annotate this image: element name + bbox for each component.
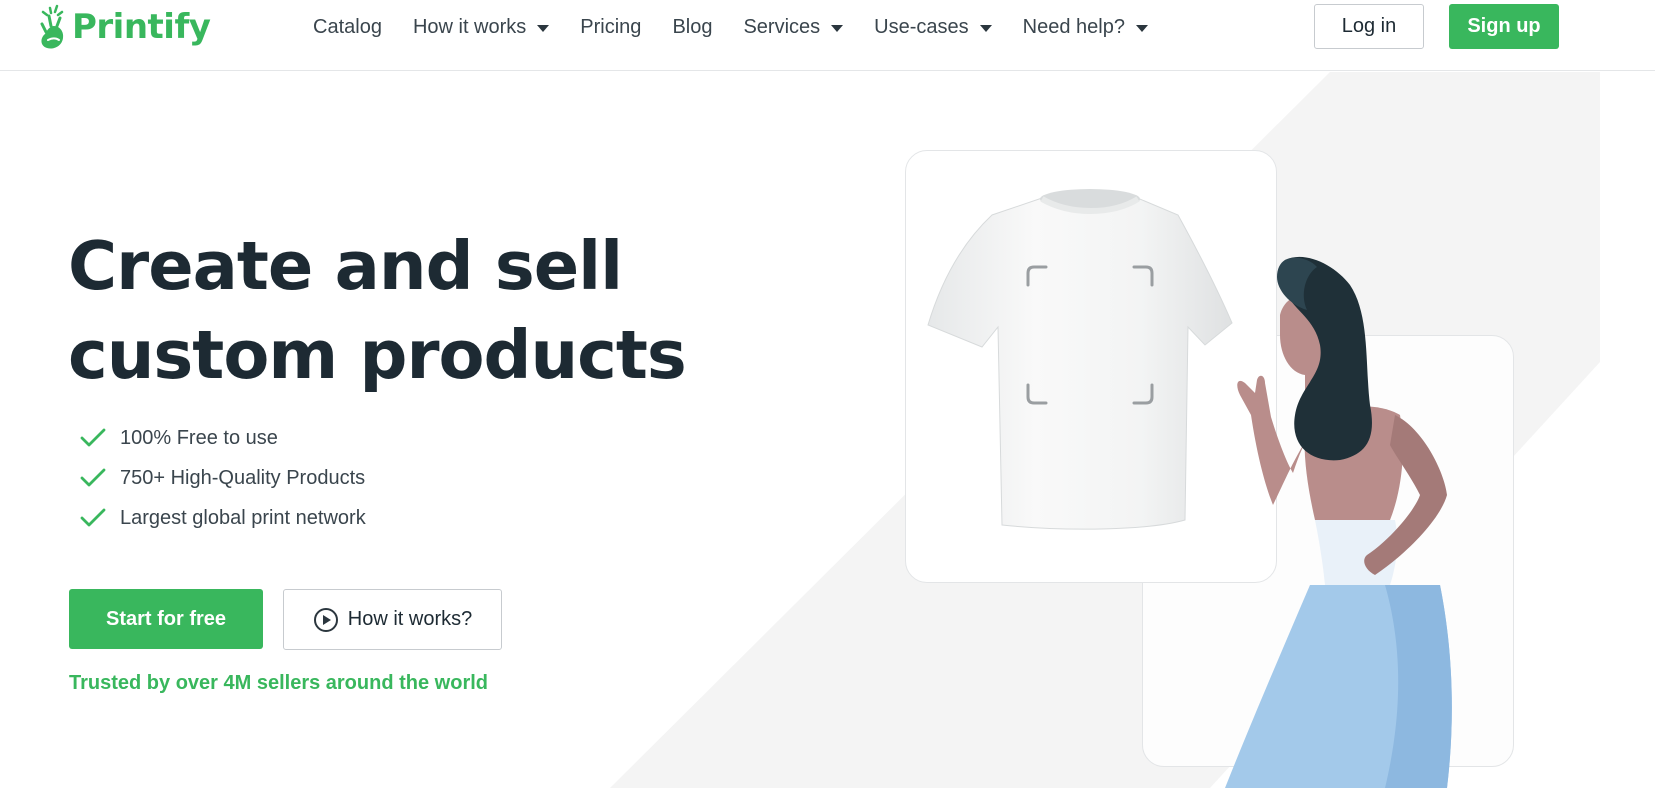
printify-logo[interactable]: Printify bbox=[36, 2, 211, 52]
hero-title: Create and sell custom products bbox=[68, 222, 687, 400]
how-it-works-label: How it works? bbox=[347, 608, 473, 630]
nav-item-pricing[interactable]: Pricing bbox=[580, 16, 641, 39]
chevron-down-icon bbox=[1135, 24, 1148, 32]
nav-item-how-it-works[interactable]: How it works bbox=[412, 15, 550, 39]
nav-item-services[interactable]: Services bbox=[743, 15, 844, 39]
nav-item-label: Need help? bbox=[1022, 15, 1125, 38]
feature-label: Largest global print network bbox=[120, 506, 366, 529]
nav-item-label: Services bbox=[743, 15, 821, 38]
main-nav: Catalog How it works Pricing Blog Servic… bbox=[313, 14, 1179, 40]
hero-title-line: custom products bbox=[68, 316, 687, 394]
nav-item-label: Catalog bbox=[313, 15, 382, 38]
play-circle-icon bbox=[313, 607, 338, 632]
woman-illustration bbox=[1225, 256, 1452, 788]
login-button[interactable]: Log in bbox=[1314, 4, 1424, 49]
hero-title-line: Create and sell bbox=[68, 227, 623, 305]
printify-logo-icon bbox=[40, 4, 64, 49]
chevron-down-icon bbox=[979, 24, 992, 32]
check-icon bbox=[80, 428, 106, 447]
chevron-down-icon bbox=[831, 24, 844, 32]
nav-item-need-help[interactable]: Need help? bbox=[1023, 16, 1148, 39]
nav-item-use-cases[interactable]: Use-cases bbox=[874, 15, 992, 39]
nav-item-label: Use-cases bbox=[874, 15, 969, 38]
feature-list: 100% Free to use 750+ High-Quality Produ… bbox=[80, 418, 366, 538]
top-navigation-bar: Printify Catalog How it works Pricing Bl… bbox=[0, 0, 1655, 71]
nav-item-label: Pricing bbox=[580, 15, 642, 38]
chevron-down-icon bbox=[537, 24, 550, 32]
feature-item: 750+ High-Quality Products bbox=[80, 458, 366, 498]
feature-label: 750+ High-Quality Products bbox=[120, 466, 366, 489]
check-icon bbox=[80, 508, 106, 527]
trusted-by-text: Trusted by over 4M sellers around the wo… bbox=[69, 672, 488, 694]
nav-item-label: Blog bbox=[672, 15, 713, 38]
feature-label: 100% Free to use bbox=[120, 426, 278, 449]
how-it-works-button[interactable]: How it works? bbox=[283, 589, 502, 650]
start-for-free-button[interactable]: Start for free bbox=[69, 589, 263, 649]
logo-text: Printify bbox=[72, 7, 211, 47]
nav-item-label: How it works bbox=[412, 15, 527, 38]
signup-button[interactable]: Sign up bbox=[1449, 4, 1559, 49]
feature-item: 100% Free to use bbox=[80, 418, 366, 458]
feature-item: Largest global print network bbox=[80, 498, 366, 538]
check-icon bbox=[80, 468, 106, 487]
nav-item-blog[interactable]: Blog bbox=[672, 16, 712, 39]
nav-item-catalog[interactable]: Catalog bbox=[313, 16, 382, 39]
